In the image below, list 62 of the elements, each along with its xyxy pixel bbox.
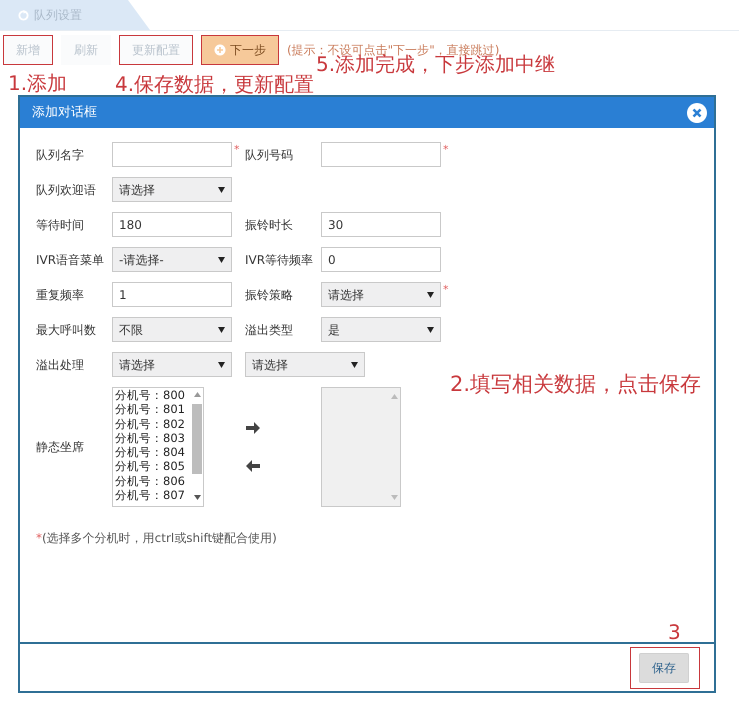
field-label: IVR等待频率	[245, 252, 314, 268]
dialog-title: 添加对话框	[32, 104, 97, 122]
listbox-option[interactable]: 分机号：804	[115, 445, 191, 460]
dropdown-arrow-icon	[218, 362, 225, 368]
annotation-text: 2.填写相关数据，点击保存	[450, 374, 702, 395]
close-button[interactable]	[686, 102, 708, 124]
dropdown[interactable]: 请选择	[321, 282, 441, 307]
dropdown[interactable]: 是	[321, 317, 441, 342]
listbox-option[interactable]: 分机号：803	[115, 430, 191, 446]
refresh-icon	[18, 10, 29, 20]
listbox-option[interactable]: 分机号：800	[115, 388, 191, 402]
listbox-option[interactable]: 分机号：806	[115, 474, 191, 488]
dropdown[interactable]: -请选择-	[112, 247, 232, 272]
dropdown[interactable]: 不限	[112, 317, 232, 342]
field-label: 溢出类型	[245, 322, 294, 338]
field-label: 队列欢迎语	[36, 182, 97, 198]
field-label: 静态坐席	[36, 439, 85, 456]
listbox[interactable]	[321, 387, 401, 507]
listbox[interactable]: 分机号：800 分机号：801 分机号：802 分机号：803 分机号：804 分机号：805 分机号：806 分机号：807	[112, 387, 204, 507]
arrow-right-icon[interactable]	[244, 421, 260, 435]
dropdown[interactable]: 请选择	[112, 352, 232, 377]
input-field[interactable]	[112, 142, 232, 167]
field-label: IVR语音菜单	[36, 252, 106, 268]
note-text: *(选择多个分机时，用ctrl或shift键配合使用)	[36, 530, 278, 547]
required-mark: *	[443, 143, 448, 156]
scroll-up-icon[interactable]	[194, 392, 201, 397]
input-field[interactable]: 30	[321, 212, 441, 237]
field-label: 振铃策略	[245, 286, 294, 304]
dropdown-arrow-icon	[218, 186, 225, 192]
dropdown-arrow-icon	[427, 292, 434, 298]
field-label: 重复频率	[36, 286, 85, 304]
dropdown[interactable]: 请选择	[245, 352, 365, 377]
input-field[interactable]: 180	[112, 212, 232, 237]
arrow-left-icon[interactable]	[244, 459, 260, 473]
field-label: 溢出处理	[36, 356, 85, 374]
field-label: 等待时间	[36, 216, 85, 234]
dropdown[interactable]: 请选择	[112, 177, 232, 202]
dropdown-arrow-icon	[427, 326, 434, 332]
dropdown-arrow-icon	[218, 326, 225, 332]
listbox-option[interactable]: 分机号：802	[115, 416, 191, 431]
annotation-text: 1.添加	[8, 73, 68, 93]
dropdown-arrow-icon	[218, 256, 225, 262]
scroll-up-icon[interactable]	[391, 394, 398, 399]
listbox-option[interactable]: 分机号：807	[115, 488, 191, 502]
annotation-text: 3	[668, 622, 681, 642]
input-field[interactable]	[321, 142, 441, 167]
field-label: 队列名字	[36, 146, 85, 164]
required-mark: *	[443, 283, 448, 296]
save-button[interactable]: 保存	[639, 652, 689, 682]
dropdown-arrow-icon	[351, 362, 358, 368]
field-label: 振铃时长	[245, 216, 294, 234]
input-field[interactable]: 1	[112, 282, 232, 307]
listbox-option[interactable]: 分机号：805	[115, 459, 191, 474]
annotation-text: 4.保存数据，更新配置	[115, 74, 314, 94]
next-button[interactable]: 下一步	[201, 35, 279, 65]
field-label: 最大呼叫数	[36, 322, 97, 338]
field-label: 队列号码	[245, 146, 294, 164]
required-mark: *	[234, 143, 240, 156]
input-field[interactable]: 0	[321, 247, 441, 272]
scroll-down-icon[interactable]	[194, 495, 201, 500]
listbox-option[interactable]: 分机号：801	[115, 402, 191, 417]
plus-circle-icon	[214, 44, 226, 56]
